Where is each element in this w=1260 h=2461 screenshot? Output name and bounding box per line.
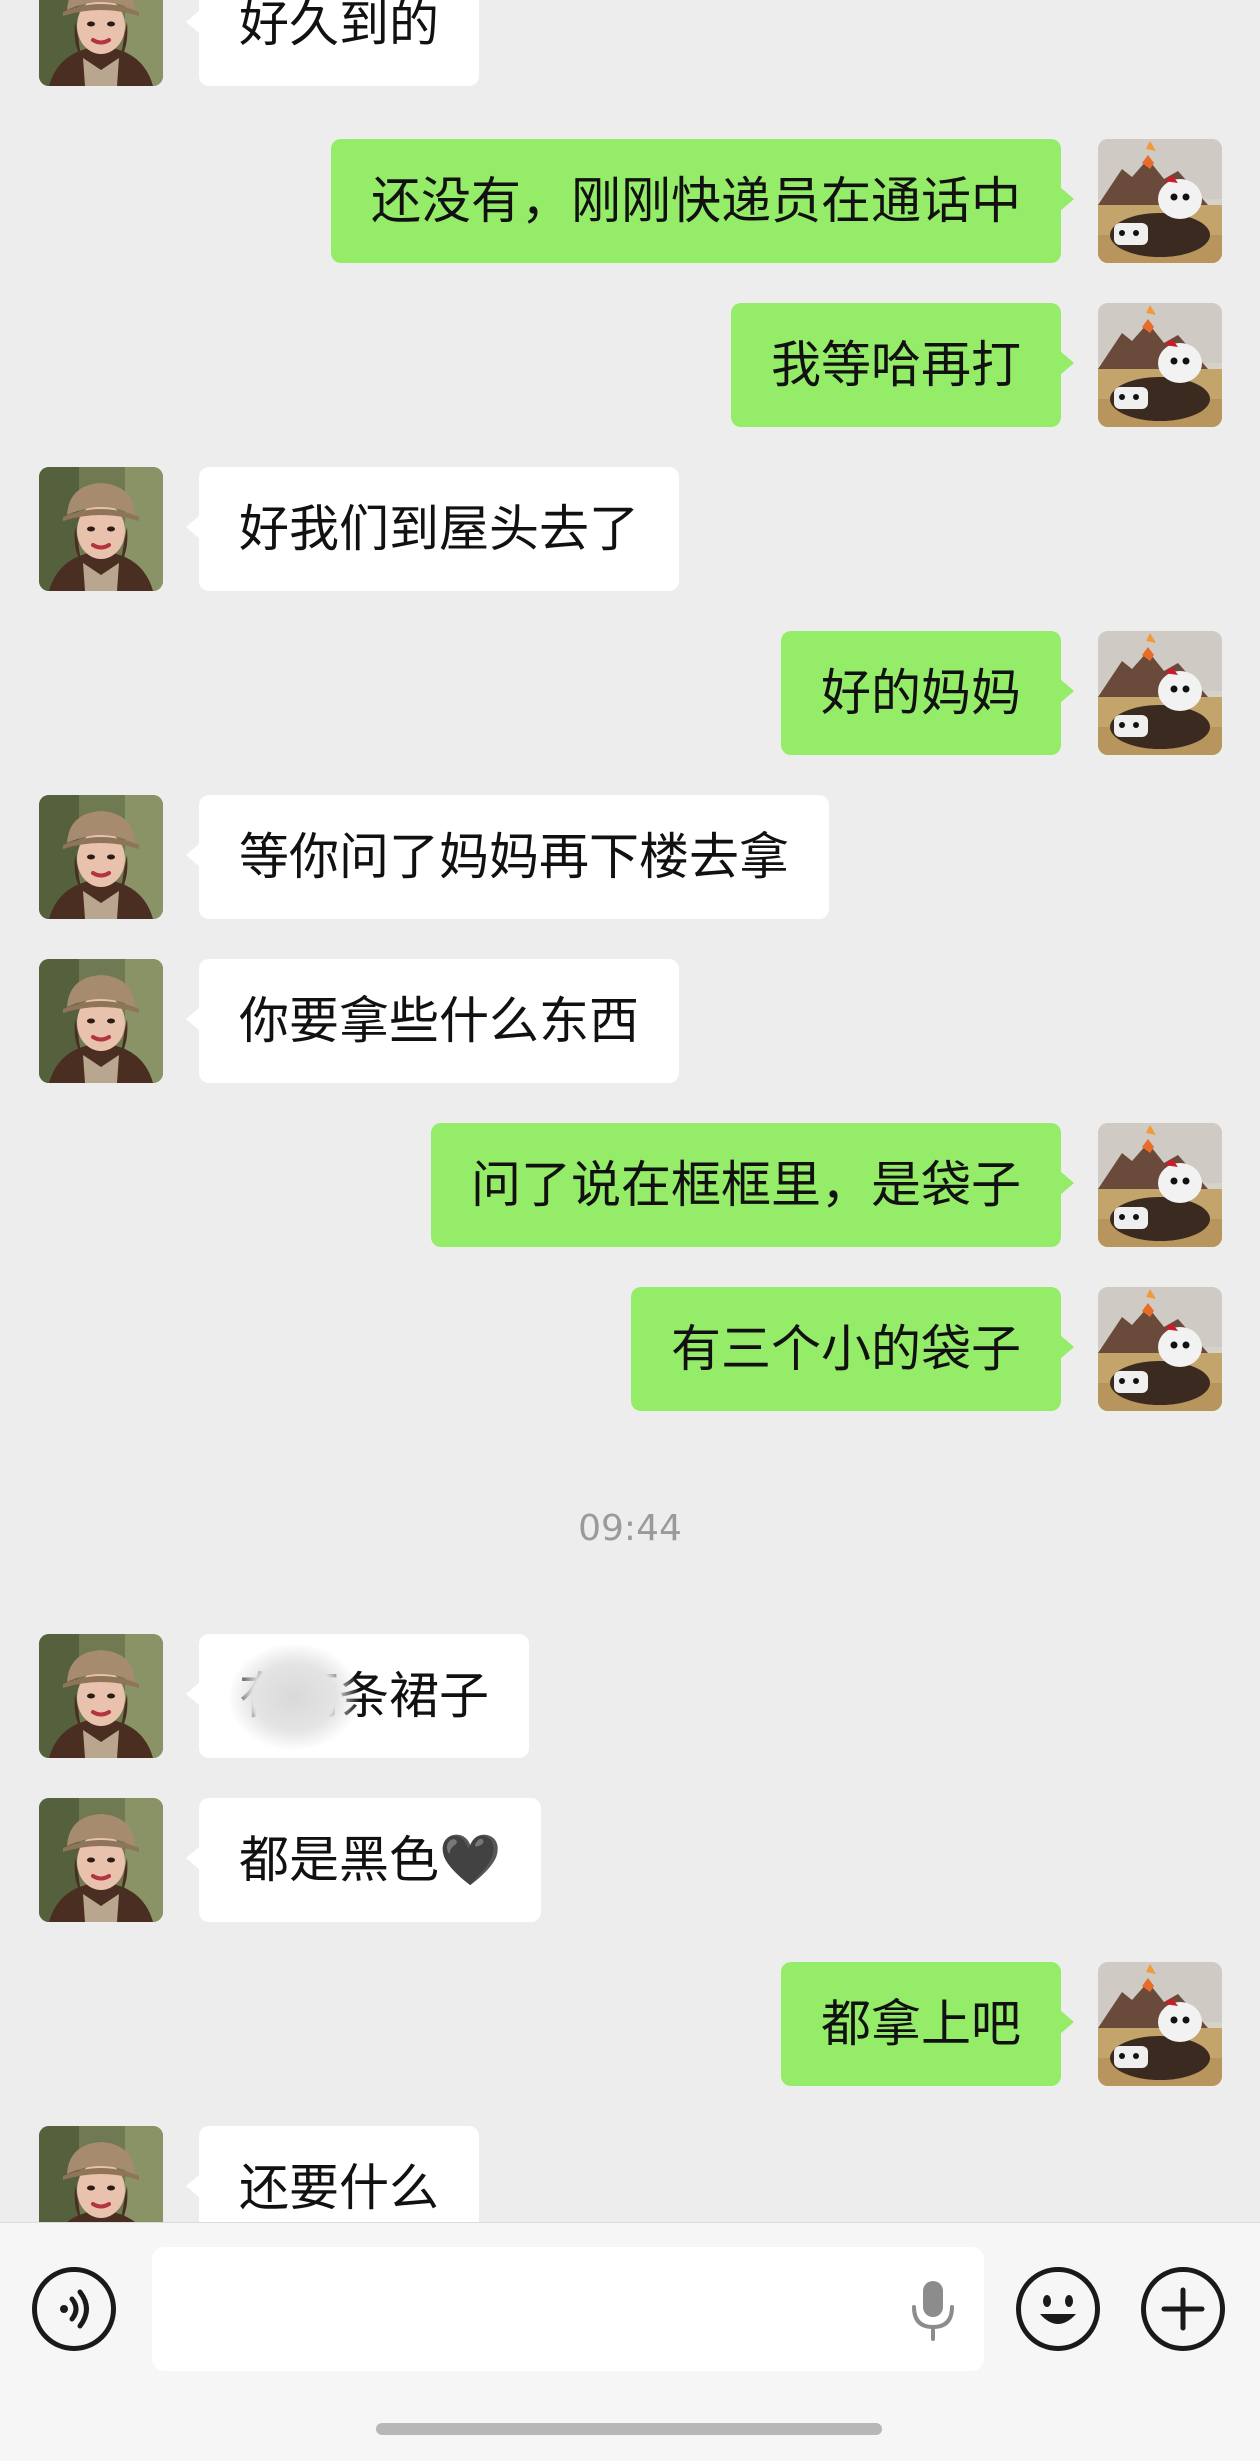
message-bubble[interactable]: 好我们到屋头去了	[186, 467, 679, 591]
input-toolbar	[0, 2222, 1260, 2461]
message-row: 还要什么	[0, 2126, 1260, 2222]
message-row: 还没有，刚刚快递员在通话中	[0, 139, 1260, 263]
my-avatar[interactable]	[1098, 631, 1222, 755]
emoji-icon[interactable]	[1016, 2267, 1100, 2351]
message-bubble[interactable]: 还要什么	[186, 2126, 479, 2222]
my-avatar[interactable]	[1098, 1287, 1222, 1411]
message-row: 都拿上吧	[0, 1962, 1260, 2086]
message-row: 等你问了妈妈再下楼去拿	[0, 795, 1260, 919]
contact-avatar[interactable]	[39, 1634, 163, 1758]
message-text: 我等哈再打	[771, 336, 1021, 394]
home-indicator[interactable]	[376, 2423, 882, 2435]
redaction-blur	[229, 1644, 359, 1750]
my-avatar[interactable]	[1098, 1123, 1222, 1247]
microphone-icon[interactable]	[908, 2279, 958, 2343]
contact-avatar[interactable]	[39, 2126, 163, 2222]
my-avatar[interactable]	[1098, 139, 1222, 263]
contact-avatar[interactable]	[39, 795, 163, 919]
contact-avatar[interactable]	[39, 467, 163, 591]
plus-icon[interactable]	[1141, 2267, 1225, 2351]
message-bubble[interactable]: 问了说在框框里，是袋子	[431, 1123, 1074, 1247]
message-row: 你要拿些什么东西	[0, 959, 1260, 1083]
message-bubble[interactable]: 还没有，刚刚快递员在通话中	[331, 139, 1074, 263]
message-text: 好的妈妈	[821, 664, 1021, 722]
message-text: 问了说在框框里，是袋子	[471, 1156, 1021, 1214]
message-row: 好久到的	[0, 0, 1260, 86]
message-row: 有俩条裙子	[0, 1634, 1260, 1758]
message-row: 有三个小的袋子	[0, 1287, 1260, 1411]
message-row: 问了说在框框里，是袋子	[0, 1123, 1260, 1247]
message-timestamp: 09:44	[578, 1508, 682, 1549]
message-list[interactable]: 好久到的 还没有，刚刚快递员在通话中 我等哈再打 好我们到屋头去了 好的妈妈 等…	[0, 0, 1260, 2222]
contact-avatar[interactable]	[39, 959, 163, 1083]
message-bubble[interactable]: 我等哈再打	[731, 303, 1074, 427]
message-bubble[interactable]: 有三个小的袋子	[631, 1287, 1074, 1411]
message-text: 有三个小的袋子	[671, 1320, 1021, 1378]
message-row: 好的妈妈	[0, 631, 1260, 755]
message-bubble[interactable]: 好的妈妈	[781, 631, 1074, 755]
message-bubble[interactable]: 有俩条裙子	[186, 1634, 529, 1758]
message-text: 你要拿些什么东西	[239, 992, 639, 1050]
message-text: 好久到的	[239, 0, 439, 53]
my-avatar[interactable]	[1098, 303, 1222, 427]
message-text: 还没有，刚刚快递员在通话中	[371, 172, 1021, 230]
message-bubble[interactable]: 都拿上吧	[781, 1962, 1074, 2086]
message-text: 都是黑色🖤	[239, 1831, 502, 1889]
message-text: 还要什么	[239, 2159, 439, 2217]
message-input[interactable]	[152, 2247, 984, 2371]
message-row: 好我们到屋头去了	[0, 467, 1260, 591]
message-row: 我等哈再打	[0, 303, 1260, 427]
my-avatar[interactable]	[1098, 1962, 1222, 2086]
message-text: 好我们到屋头去了	[239, 500, 639, 558]
message-row: 都是黑色🖤	[0, 1798, 1260, 1922]
message-bubble[interactable]: 等你问了妈妈再下楼去拿	[186, 795, 829, 919]
voice-input-icon[interactable]	[32, 2267, 116, 2351]
message-text: 都拿上吧	[821, 1995, 1021, 2053]
message-bubble[interactable]: 都是黑色🖤	[186, 1798, 542, 1922]
contact-avatar[interactable]	[39, 1798, 163, 1922]
message-bubble[interactable]: 好久到的	[186, 0, 479, 86]
contact-avatar[interactable]	[39, 0, 163, 86]
message-text: 等你问了妈妈再下楼去拿	[239, 828, 789, 886]
message-bubble[interactable]: 你要拿些什么东西	[186, 959, 679, 1083]
